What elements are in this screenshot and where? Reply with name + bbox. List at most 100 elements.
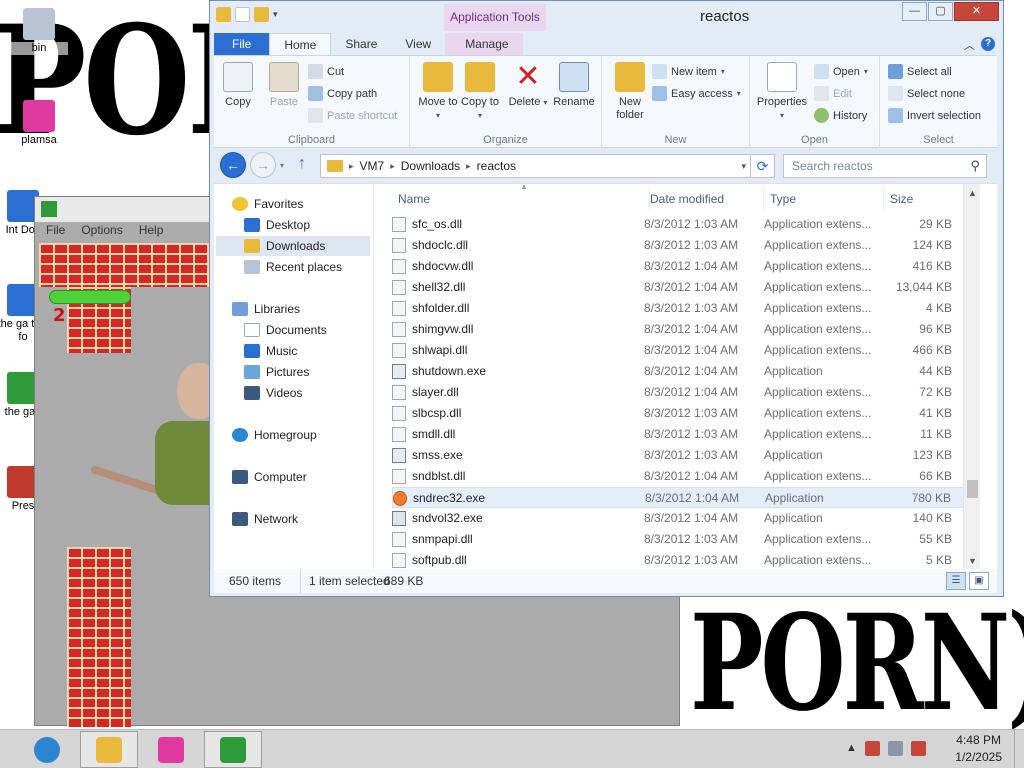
file-row[interactable]: sndblst.dll 8/3/2012 1:04 AM Application e…: [392, 466, 964, 487]
recent-locations-chevron-icon[interactable]: ▾: [280, 161, 284, 170]
invert-selection-button[interactable]: Invert selection: [888, 108, 981, 123]
column-header-type[interactable]: Type: [764, 188, 884, 210]
show-hidden-icons-chevron-icon[interactable]: ▲: [846, 741, 857, 756]
breadcrumb-vm7[interactable]: VM7: [360, 159, 385, 173]
scroll-down-arrow-icon[interactable]: ▼: [968, 556, 977, 566]
taskbar-file-explorer[interactable]: [80, 731, 138, 768]
nav-desktop[interactable]: Desktop: [244, 215, 310, 235]
scrollbar-thumb[interactable]: [967, 480, 978, 498]
nav-documents[interactable]: Documents: [244, 320, 327, 340]
tab-view[interactable]: View: [391, 33, 445, 55]
nav-recent-places[interactable]: Recent places: [244, 257, 342, 277]
column-header-date-modified[interactable]: Date modified: [644, 188, 764, 210]
copy-to-button[interactable]: Copy to ▾: [458, 62, 502, 122]
breadcrumb-reactos[interactable]: reactos: [477, 159, 516, 173]
search-input[interactable]: Search reactos ⚲: [783, 154, 987, 178]
scroll-up-arrow-icon[interactable]: ▲: [968, 188, 977, 198]
nav-favorites[interactable]: Favorites: [232, 194, 303, 214]
back-button[interactable]: ←: [220, 152, 246, 178]
file-row[interactable]: shdocvw.dll 8/3/2012 1:04 AM Application e…: [392, 256, 964, 277]
taskbar-plasma[interactable]: [142, 731, 200, 768]
taskbar-game[interactable]: [204, 731, 262, 768]
volume-muted-icon[interactable]: [910, 741, 926, 756]
forward-button[interactable]: →: [250, 152, 276, 178]
rename-button[interactable]: Rename: [552, 62, 596, 109]
address-bar[interactable]: ▸ VM7 ▸ Downloads ▸ reactos ▾: [320, 154, 751, 178]
file-row[interactable]: sfc_os.dll 8/3/2012 1:03 AM Application ex…: [392, 214, 964, 235]
breadcrumb-separator-icon[interactable]: ▸: [466, 161, 471, 172]
file-row[interactable]: snmpapi.dll 8/3/2012 1:03 AM Application e…: [392, 529, 964, 550]
up-one-level-icon[interactable]: ↑: [298, 155, 306, 173]
collapse-ribbon-icon[interactable]: ︿: [964, 37, 975, 53]
paste-button[interactable]: Paste: [262, 62, 306, 109]
new-item-button[interactable]: New item ▾: [652, 64, 725, 79]
nav-pictures[interactable]: Pictures: [244, 362, 309, 382]
nav-computer[interactable]: Computer: [232, 467, 307, 487]
maximize-button[interactable]: ▢: [928, 2, 953, 21]
move-to-button[interactable]: Move to ▾: [416, 62, 460, 122]
explorer-titlebar[interactable]: ▾ Application Tools reactos — ▢ ✕: [210, 1, 1003, 31]
cut-button[interactable]: Cut: [308, 64, 344, 79]
game-menu-help[interactable]: Help: [139, 223, 164, 243]
taskbar-internet-explorer[interactable]: [18, 731, 76, 768]
copy-button[interactable]: Copy: [216, 62, 260, 109]
breadcrumb-separator-icon[interactable]: ▸: [390, 161, 395, 172]
file-row[interactable]: shlwapi.dll 8/3/2012 1:04 AM Application e…: [392, 340, 964, 361]
file-explorer-window[interactable]: ▾ Application Tools reactos — ▢ ✕ File H…: [209, 0, 1004, 597]
tab-share[interactable]: Share: [331, 33, 391, 55]
file-row[interactable]: shell32.dll 8/3/2012 1:04 AM Application e…: [392, 277, 964, 298]
address-history-chevron-icon[interactable]: ▾: [741, 161, 746, 172]
tab-home[interactable]: Home: [269, 33, 332, 55]
minimize-button[interactable]: —: [902, 2, 927, 21]
tab-manage[interactable]: Manage: [445, 33, 523, 55]
file-row[interactable]: shdoclc.dll 8/3/2012 1:03 AM Application e…: [392, 235, 964, 256]
desktop-icon-bin[interactable]: bin: [10, 8, 68, 55]
column-header-name[interactable]: Name: [392, 188, 650, 210]
easy-access-button[interactable]: Easy access ▾: [652, 86, 741, 101]
details-view-icon[interactable]: ☰: [946, 572, 966, 590]
file-row[interactable]: slbcsp.dll 8/3/2012 1:03 AM Application ex…: [392, 403, 964, 424]
file-row[interactable]: smss.exe 8/3/2012 1:03 AM Application 123 K…: [392, 445, 964, 466]
network-status-icon[interactable]: [887, 741, 903, 756]
close-button[interactable]: ✕: [954, 2, 999, 21]
vertical-scrollbar[interactable]: ▲ ▼: [963, 184, 980, 570]
paste-shortcut-button[interactable]: Paste shortcut: [308, 108, 397, 123]
help-icon[interactable]: ?: [981, 37, 995, 51]
new-folder-button[interactable]: New folder: [608, 62, 652, 122]
nav-homegroup[interactable]: Homegroup: [232, 425, 317, 445]
game-menu-file[interactable]: File: [46, 223, 65, 243]
desktop-icon-plamsa[interactable]: plamsa: [10, 100, 68, 147]
customize-qat-icon[interactable]: ▾: [273, 7, 278, 22]
refresh-button[interactable]: ⟳: [751, 154, 775, 178]
copy-path-button[interactable]: Copy path: [308, 86, 377, 101]
nav-music[interactable]: Music: [244, 341, 297, 361]
history-button[interactable]: History: [814, 108, 867, 123]
file-row[interactable]: shutdown.exe 8/3/2012 1:04 AM Application 4…: [392, 361, 964, 382]
game-menu-options[interactable]: Options: [81, 223, 122, 243]
nav-downloads[interactable]: Downloads: [216, 236, 370, 256]
nav-network[interactable]: Network: [232, 509, 298, 529]
show-desktop-button[interactable]: [1014, 730, 1024, 768]
column-header-size[interactable]: Size: [884, 188, 964, 210]
clock[interactable]: 4:48 PM 1/2/2025: [955, 732, 1002, 766]
select-none-button[interactable]: Select none: [888, 86, 965, 101]
file-row[interactable]: shfolder.dll 8/3/2012 1:03 AM Application …: [392, 298, 964, 319]
nav-videos[interactable]: Videos: [244, 383, 302, 403]
nav-libraries[interactable]: Libraries: [232, 299, 300, 319]
file-row[interactable]: softpub.dll 8/3/2012 1:03 AM Application e…: [392, 550, 964, 571]
tab-file[interactable]: File: [214, 33, 270, 55]
breadcrumb-separator-icon[interactable]: ▸: [349, 161, 354, 172]
new-folder-quick-icon[interactable]: [254, 7, 269, 22]
action-center-flag-icon[interactable]: [864, 741, 880, 756]
select-all-button[interactable]: Select all: [888, 64, 952, 79]
properties-quick-icon[interactable]: [235, 7, 250, 22]
open-button[interactable]: Open ▾: [814, 64, 868, 79]
breadcrumb-downloads[interactable]: Downloads: [401, 159, 460, 173]
delete-button[interactable]: ✕ Delete ▾: [506, 62, 550, 109]
large-icons-view-icon[interactable]: ▣: [969, 572, 989, 590]
file-row[interactable]: slayer.dll 8/3/2012 1:04 AM Application ex…: [392, 382, 964, 403]
file-row[interactable]: sndrec32.exe 8/3/2012 1:04 AM Application 7…: [392, 487, 964, 508]
file-row[interactable]: sndvol32.exe 8/3/2012 1:04 AM Application 1…: [392, 508, 964, 529]
edit-button[interactable]: Edit: [814, 86, 852, 101]
properties-button[interactable]: Properties ▾: [754, 62, 810, 122]
